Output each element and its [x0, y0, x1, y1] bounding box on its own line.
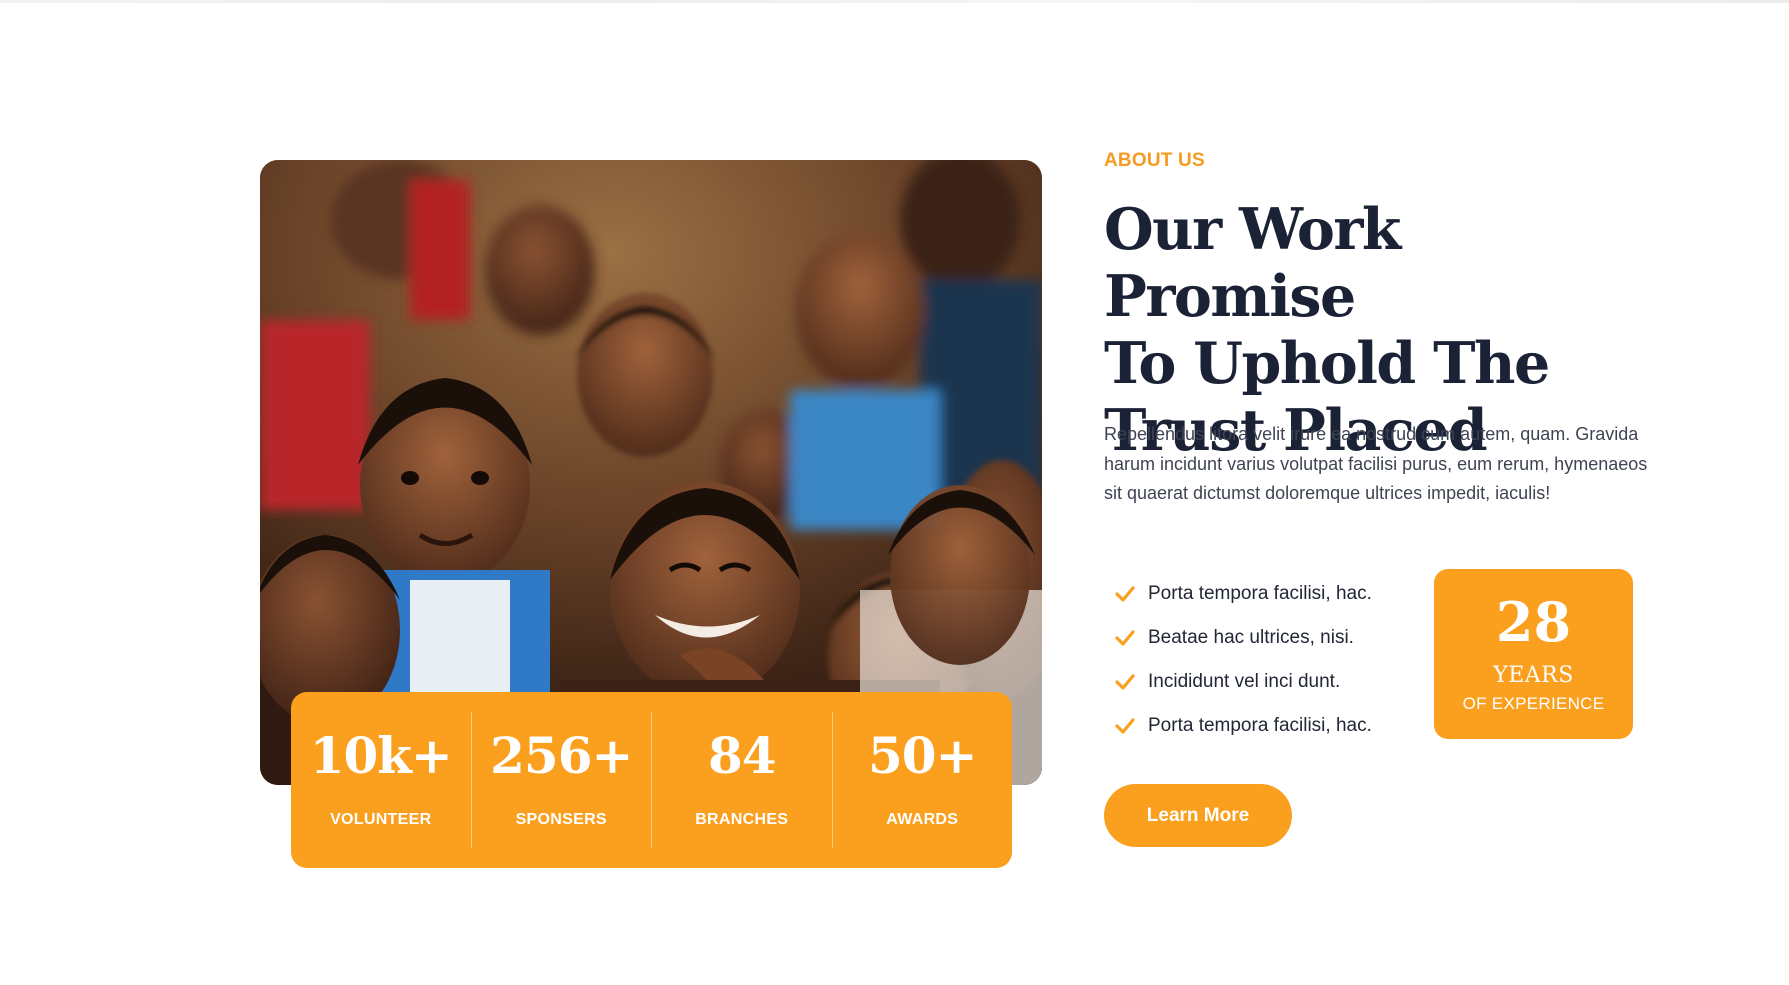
feature-checklist: Porta tempora facilisi, hac. Beatae hac … — [1114, 572, 1372, 748]
list-item: Porta tempora facilisi, hac. — [1114, 704, 1372, 748]
stat-label: AWARDS — [886, 811, 959, 828]
experience-number: 28 — [1495, 589, 1572, 654]
about-section: 10k+ VOLUNTEER 256+ SPONSERS 84 BRANCHES… — [0, 0, 1789, 985]
stat-branches: 84 BRANCHES — [652, 712, 833, 848]
stat-value: 256+ — [490, 726, 633, 785]
stats-bar: 10k+ VOLUNTEER 256+ SPONSERS 84 BRANCHES… — [291, 692, 1012, 868]
stat-volunteer: 10k+ VOLUNTEER — [291, 712, 472, 848]
headline-line: Our Work Promise — [1104, 196, 1401, 330]
list-item: Beatae hac ultrices, nisi. — [1114, 616, 1372, 660]
checkmark-icon — [1115, 586, 1135, 602]
checkmark-icon — [1115, 630, 1135, 646]
section-eyebrow: ABOUT US — [1104, 150, 1205, 171]
list-item-label: Porta tempora facilisi, hac. — [1148, 715, 1372, 736]
stat-label: VOLUNTEER — [330, 811, 432, 828]
stat-value: 10k+ — [309, 726, 453, 785]
checkmark-icon — [1115, 674, 1135, 690]
list-item: Porta tempora facilisi, hac. — [1114, 572, 1372, 616]
stat-value: 84 — [707, 726, 777, 785]
stat-sponsers: 256+ SPONSERS — [472, 712, 652, 848]
stat-label: SPONSERS — [515, 811, 607, 828]
experience-sub-label: OF EXPERIENCE — [1462, 693, 1605, 713]
list-item-label: Beatae hac ultrices, nisi. — [1148, 627, 1354, 648]
headline-line: To Uphold The — [1104, 330, 1550, 397]
learn-more-button[interactable]: Learn More — [1104, 784, 1292, 847]
stat-value: 50+ — [868, 726, 977, 785]
experience-badge: 28 YEARS OF EXPERIENCE — [1434, 569, 1633, 739]
list-item: Incididunt vel inci dunt. — [1114, 660, 1372, 704]
stat-label: BRANCHES — [695, 811, 789, 828]
list-item-label: Porta tempora facilisi, hac. — [1148, 583, 1372, 604]
list-item-label: Incididunt vel inci dunt. — [1148, 671, 1341, 692]
lead-paragraph: Repellendus litora velit irure ea nostru… — [1104, 424, 1648, 503]
stat-awards: 50+ AWARDS — [833, 712, 1013, 848]
experience-years-label: YEARS — [1493, 662, 1574, 688]
top-divider — [0, 0, 1789, 3]
checkmark-icon — [1115, 718, 1135, 734]
